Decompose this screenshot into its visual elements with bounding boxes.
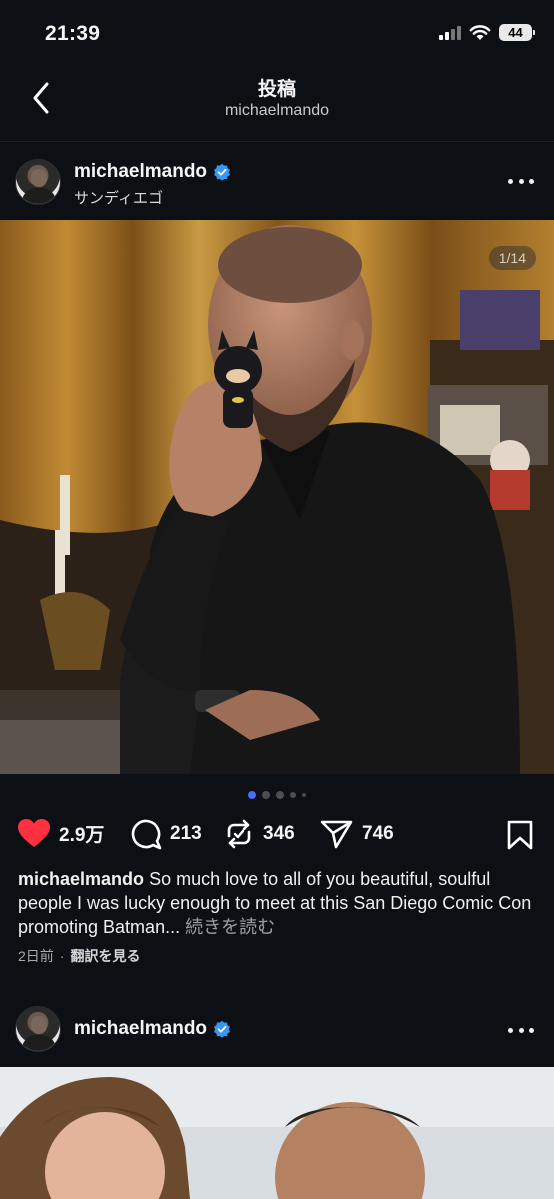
bookmark-icon xyxy=(507,820,533,850)
more-options-button[interactable] xyxy=(508,171,534,191)
carousel-dot xyxy=(262,791,270,799)
post-detail-screen: 21:39 44 投稿 michaelmando michaelmando サン… xyxy=(0,0,554,1199)
image-counter: 1/14 xyxy=(488,246,536,270)
send-icon xyxy=(320,820,353,849)
share-button[interactable]: 746 xyxy=(320,818,394,850)
next-post-header: michaelmando xyxy=(0,992,554,1066)
next-post-image[interactable] xyxy=(0,1067,554,1199)
carousel-dot-active xyxy=(248,791,256,799)
username-text[interactable]: michaelmando xyxy=(74,161,207,183)
photo-illustration xyxy=(0,220,554,774)
repost-icon xyxy=(227,819,251,849)
post-username[interactable]: michaelmando xyxy=(74,161,231,183)
repost-button[interactable]: 346 xyxy=(223,818,295,850)
post-location[interactable]: サンディエゴ xyxy=(74,187,163,208)
caption-username[interactable]: michaelmando xyxy=(18,869,144,889)
post-meta: 2日前 · 翻訳を見る xyxy=(18,946,140,966)
heart-icon xyxy=(18,819,50,847)
post-time: 2日前 xyxy=(18,948,54,964)
meta-separator: · xyxy=(59,948,65,964)
translate-link[interactable]: 翻訳を見る xyxy=(70,946,140,966)
page-subtitle: michaelmando xyxy=(224,102,330,119)
comment-count: 213 xyxy=(170,823,202,844)
carousel-dot xyxy=(276,791,284,799)
verified-badge-icon xyxy=(214,163,231,181)
action-bar: 2.9万 213 346 746 xyxy=(0,814,554,856)
share-count: 746 xyxy=(362,823,394,844)
carousel-dot xyxy=(290,792,296,798)
status-icons: 44 xyxy=(439,24,535,41)
post-image[interactable]: 1/14 xyxy=(0,220,554,774)
more-options-button[interactable] xyxy=(508,1020,534,1040)
avatar[interactable] xyxy=(15,1006,61,1052)
comment-icon xyxy=(131,819,162,850)
battery-indicator: 44 xyxy=(499,24,535,41)
repost-count: 346 xyxy=(263,823,295,844)
carousel-dots xyxy=(0,791,554,799)
avatar[interactable] xyxy=(15,159,61,205)
carousel-dot xyxy=(302,793,306,797)
photo-illustration xyxy=(0,1067,554,1199)
read-more-link[interactable]: 続きを読む xyxy=(185,917,275,937)
save-button[interactable] xyxy=(506,820,534,855)
comment-button[interactable]: 213 xyxy=(130,818,202,850)
like-count: 2.9万 xyxy=(59,824,105,846)
nav-header: 投稿 michaelmando xyxy=(0,62,554,142)
post-caption: michaelmando So much love to all of you … xyxy=(18,867,538,939)
cellular-signal-icon xyxy=(439,25,461,40)
status-bar: 21:39 44 xyxy=(0,0,554,60)
verified-badge-icon xyxy=(214,1020,231,1038)
username-text[interactable]: michaelmando xyxy=(74,1018,207,1040)
wifi-icon xyxy=(469,24,491,40)
post-header: michaelmando サンディエゴ xyxy=(0,144,554,218)
page-title: 投稿 xyxy=(257,79,296,100)
next-post-username[interactable]: michaelmando xyxy=(74,1018,231,1040)
status-time: 21:39 xyxy=(45,22,101,45)
like-button[interactable]: 2.9万 xyxy=(17,818,104,848)
